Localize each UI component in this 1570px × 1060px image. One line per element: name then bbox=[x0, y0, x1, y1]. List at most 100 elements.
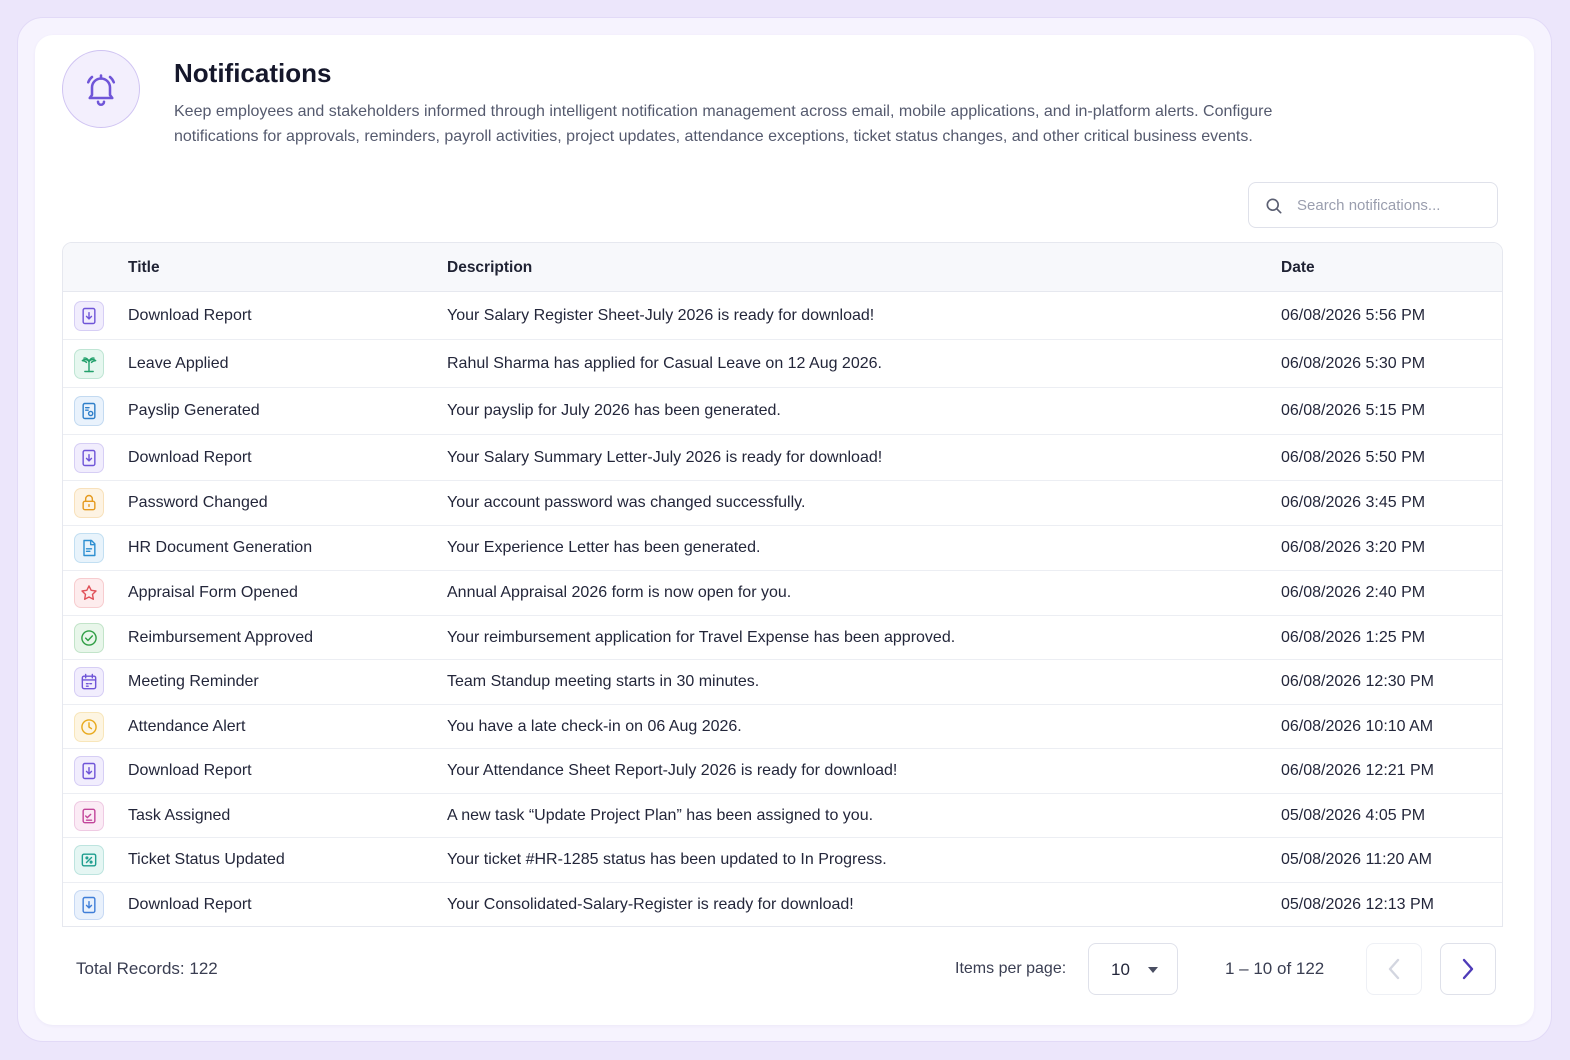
row-title: Leave Applied bbox=[128, 355, 229, 372]
table-row[interactable]: Ticket Status Updated Your ticket #HR-128… bbox=[63, 838, 1502, 883]
row-date: 06/08/2026 3:45 PM bbox=[1281, 494, 1426, 511]
row-description: You have a late check-in on 06 Aug 2026. bbox=[447, 718, 742, 735]
row-title: Download Report bbox=[128, 896, 252, 913]
table-row[interactable]: Download Report Your Attendance Sheet Rep… bbox=[63, 749, 1502, 794]
row-date: 06/08/2026 10:10 AM bbox=[1281, 718, 1434, 735]
row-date: 06/08/2026 5:50 PM bbox=[1281, 449, 1426, 466]
row-title: Attendance Alert bbox=[128, 718, 246, 735]
row-description: Your payslip for July 2026 has been gene… bbox=[447, 402, 781, 419]
row-title: Payslip Generated bbox=[128, 402, 260, 419]
row-title: HR Document Generation bbox=[128, 539, 313, 556]
row-description: Your Salary Register Sheet-July 2026 is … bbox=[447, 307, 875, 324]
task-icon bbox=[82, 808, 96, 824]
row-icon-badge bbox=[74, 443, 104, 473]
search-box bbox=[1248, 182, 1498, 228]
row-date: 06/08/2026 12:30 PM bbox=[1281, 673, 1435, 690]
table-row[interactable]: Task Assigned A new task “Update Project … bbox=[63, 794, 1502, 838]
row-description: Your reimbursement application for Trave… bbox=[447, 629, 956, 646]
page-description: Keep employees and stakeholders informed… bbox=[174, 103, 1273, 145]
download-icon bbox=[82, 449, 96, 467]
row-date: 06/08/2026 1:25 PM bbox=[1281, 629, 1426, 646]
row-date: 06/08/2026 12:21 PM bbox=[1281, 762, 1435, 779]
table-row[interactable]: Download Report Your Consolidated-Salary-… bbox=[63, 883, 1502, 926]
document-icon bbox=[83, 539, 96, 557]
row-title: Download Report bbox=[128, 762, 252, 779]
row-icon-badge bbox=[74, 301, 104, 331]
row-date: 06/08/2026 5:56 PM bbox=[1281, 307, 1426, 324]
search-icon bbox=[1266, 198, 1282, 214]
row-description: Your Consolidated-Salary-Register is rea… bbox=[447, 896, 854, 913]
bell-icon bbox=[86, 74, 116, 106]
header-icon-badge bbox=[62, 50, 140, 128]
pagination-range: 1 – 10 of 122 bbox=[1225, 959, 1325, 978]
row-icon-badge bbox=[74, 578, 104, 608]
row-date: 05/08/2026 4:05 PM bbox=[1281, 807, 1426, 824]
page-title: Notifications bbox=[174, 58, 332, 88]
column-header-description[interactable]: Description bbox=[447, 259, 532, 277]
payslip-icon bbox=[82, 402, 96, 420]
row-icon-badge bbox=[74, 890, 104, 920]
download-icon bbox=[82, 896, 96, 914]
items-per-page-select[interactable]: 10 bbox=[1088, 943, 1178, 995]
row-icon-badge bbox=[74, 396, 104, 426]
column-header-title[interactable]: Title bbox=[128, 259, 160, 277]
row-description: Rahul Sharma has applied for Casual Leav… bbox=[447, 355, 882, 372]
row-description: Your Experience Letter has been generate… bbox=[447, 539, 761, 556]
row-date: 05/08/2026 11:20 AM bbox=[1281, 851, 1432, 868]
table-header: Title Description Date bbox=[63, 243, 1502, 292]
table-row[interactable]: Attendance Alert You have a late check-in… bbox=[63, 705, 1502, 749]
check-circle-icon bbox=[81, 630, 97, 646]
calendar-icon bbox=[81, 673, 97, 690]
table-row[interactable]: Appraisal Form Opened Annual Appraisal 20… bbox=[63, 571, 1502, 616]
items-per-page-label: Items per page: bbox=[955, 960, 1067, 977]
table-row[interactable]: HR Document Generation Your Experience Le… bbox=[63, 526, 1502, 571]
search-input[interactable] bbox=[1297, 183, 1492, 227]
lock-icon bbox=[82, 494, 96, 511]
row-icon-badge bbox=[74, 756, 104, 786]
items-per-page-value: 10 bbox=[1111, 960, 1130, 979]
row-description: Your Attendance Sheet Report-July 2026 i… bbox=[447, 762, 898, 779]
ticket-icon bbox=[81, 853, 97, 867]
row-description: Team Standup meeting starts in 30 minute… bbox=[447, 673, 760, 690]
table-row[interactable]: Download Report Your Salary Summary Lette… bbox=[63, 435, 1502, 481]
row-date: 06/08/2026 3:20 PM bbox=[1281, 539, 1426, 556]
row-date: 06/08/2026 2:40 PM bbox=[1281, 584, 1426, 601]
row-icon-badge bbox=[74, 349, 104, 379]
row-title: Meeting Reminder bbox=[128, 673, 259, 690]
row-icon-badge bbox=[74, 845, 104, 875]
next-page-button[interactable] bbox=[1440, 943, 1496, 995]
table-body: Download Report Your Salary Register Shee… bbox=[63, 292, 1502, 926]
row-title: Ticket Status Updated bbox=[128, 851, 285, 868]
chevron-right-icon bbox=[1462, 958, 1474, 980]
table-row[interactable]: Leave Applied Rahul Sharma has applied fo… bbox=[63, 340, 1502, 388]
row-title: Reimbursement Approved bbox=[128, 629, 313, 646]
previous-page-button[interactable] bbox=[1366, 943, 1422, 995]
table-row[interactable]: Payslip Generated Your payslip for July 2… bbox=[63, 388, 1502, 435]
palm-tree-icon bbox=[81, 357, 97, 373]
download-icon bbox=[82, 762, 96, 780]
notifications-table: Title Description Date Download Report Yo… bbox=[62, 242, 1503, 927]
row-description: Annual Appraisal 2026 form is now open f… bbox=[447, 584, 792, 601]
table-row[interactable]: Meeting Reminder Team Standup meeting sta… bbox=[63, 660, 1502, 705]
row-title: Download Report bbox=[128, 449, 252, 466]
row-description: Your ticket #HR-1285 status has been upd… bbox=[447, 851, 887, 868]
row-title: Download Report bbox=[128, 307, 252, 324]
row-description: Your account password was changed succes… bbox=[447, 494, 806, 511]
row-date: 05/08/2026 12:13 PM bbox=[1281, 896, 1435, 913]
row-description: Your Salary Summary Letter-July 2026 is … bbox=[447, 449, 883, 466]
clock-icon bbox=[81, 719, 97, 735]
table-row[interactable]: Reimbursement Approved Your reimbursement… bbox=[63, 616, 1502, 660]
row-description: A new task “Update Project Plan” has bee… bbox=[447, 807, 874, 824]
table-row[interactable]: Password Changed Your account password wa… bbox=[63, 481, 1502, 526]
download-icon bbox=[82, 307, 96, 325]
chevron-left-icon bbox=[1388, 958, 1400, 980]
row-icon-badge bbox=[74, 533, 104, 563]
total-records: Total Records: 122 bbox=[76, 959, 218, 978]
row-icon-badge bbox=[74, 623, 104, 653]
caret-down-icon bbox=[1148, 967, 1158, 973]
star-icon bbox=[81, 585, 97, 600]
column-header-date[interactable]: Date bbox=[1281, 259, 1315, 277]
row-title: Password Changed bbox=[128, 494, 268, 511]
table-row[interactable]: Download Report Your Salary Register Shee… bbox=[63, 292, 1502, 340]
row-date: 06/08/2026 5:15 PM bbox=[1281, 402, 1426, 419]
